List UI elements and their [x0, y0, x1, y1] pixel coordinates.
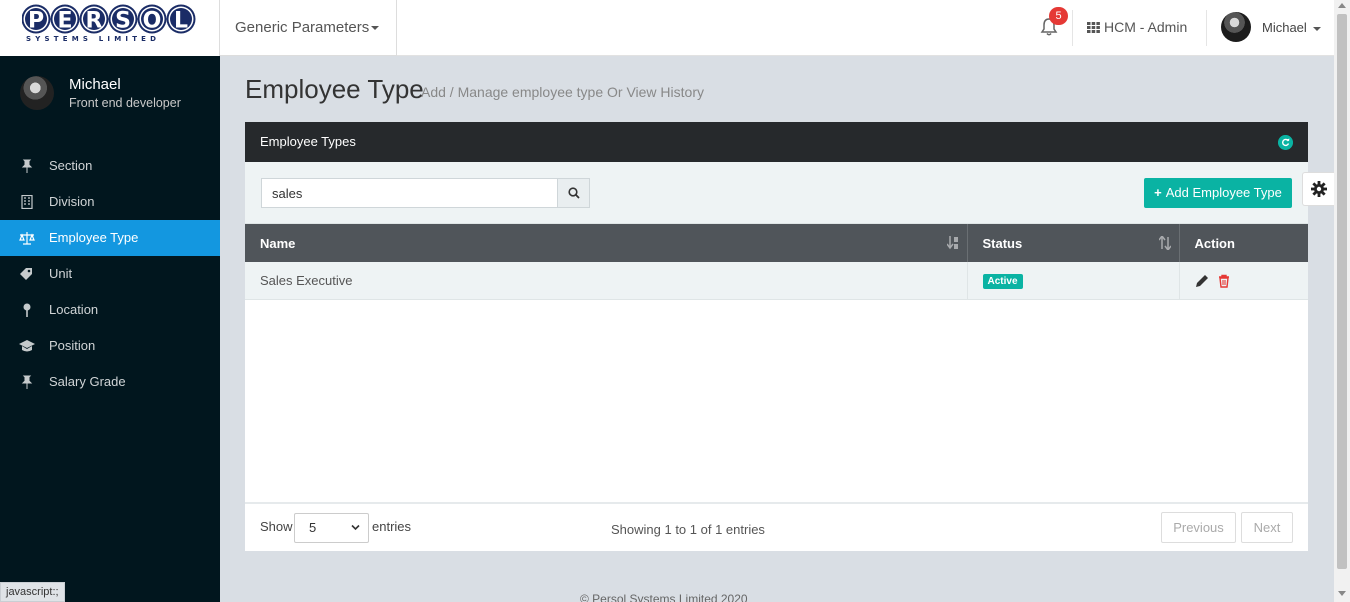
sidebar-item-location[interactable]: Location — [0, 292, 220, 328]
delete-trash-icon[interactable] — [1217, 274, 1231, 288]
edit-pencil-icon[interactable] — [1195, 274, 1209, 288]
copyright-footer: © Persol Systems Limited 2020 — [580, 592, 748, 602]
search-icon — [568, 187, 580, 199]
plus-icon: + — [1154, 185, 1162, 200]
sidebar-item-division[interactable]: Division — [0, 184, 220, 220]
employee-types-table: Name Status Action Sales Executive Activ… — [245, 224, 1308, 300]
chevron-down-icon — [351, 524, 360, 531]
gear-icon — [1311, 181, 1327, 197]
svg-text:S: S — [115, 9, 131, 34]
sidebar-item-label: Section — [49, 158, 93, 173]
link-status-tooltip: javascript:; — [0, 582, 65, 602]
pagination-info: Showing 1 to 1 of 1 entries — [611, 522, 765, 537]
sidebar-user-profile: Michael Front end developer — [0, 56, 220, 136]
show-label: Show — [260, 519, 293, 534]
panel-toolbar: +Add Employee Type — [245, 162, 1308, 224]
previous-page-button[interactable]: Previous — [1161, 512, 1236, 543]
page-title: Employee Type — [245, 74, 424, 104]
svg-text:P: P — [28, 9, 44, 34]
user-menu-name: Michael — [1262, 20, 1307, 35]
add-employee-type-label: Add Employee Type — [1165, 185, 1282, 200]
status-cell: Active — [967, 262, 1180, 300]
logo-subtext: SYSTEMS LIMITED — [26, 35, 161, 43]
scrollbar-thumb[interactable] — [1337, 14, 1347, 569]
page-subtitle: Add / Manage employee type Or View Histo… — [421, 84, 704, 100]
sidebar-item-label: Location — [49, 302, 99, 317]
column-header-action: Action — [1179, 224, 1308, 262]
page-scrollbar[interactable] — [1334, 0, 1350, 602]
pin-icon — [21, 159, 33, 173]
sidebar-item-label: Position — [49, 338, 96, 353]
persol-logo-wordmark: P E R S O L — [22, 4, 196, 34]
tag-icon — [20, 268, 32, 280]
add-employee-type-button[interactable]: + Add Employee Type — [1144, 178, 1292, 208]
table-row: Sales Executive Active — [245, 262, 1308, 300]
app-switcher[interactable]: HCM - Admin — [1087, 19, 1187, 35]
caret-down-icon — [1312, 26, 1321, 31]
table-footer: Show 5 entries Showing 1 to 1 of 1 entri… — [245, 502, 1308, 551]
scroll-down-arrow-icon[interactable] — [1338, 591, 1346, 596]
employee-types-panel: Employee Types +Add Employee Type Name — [245, 122, 1308, 551]
svg-text:E: E — [57, 9, 72, 34]
sidebar-menu: Section Division Employee Type Unit Loca… — [0, 148, 220, 400]
sidebar-item-unit[interactable]: Unit — [0, 256, 220, 292]
sidebar-avatar — [20, 76, 54, 110]
refresh-icon[interactable] — [1278, 135, 1293, 150]
persol-logo[interactable]: P E R S O L SYSTEMS LIMITED — [0, 0, 220, 56]
grid-icon — [1087, 22, 1100, 33]
search-input[interactable] — [261, 178, 558, 208]
status-badge: Active — [982, 274, 1023, 290]
scroll-up-arrow-icon[interactable] — [1338, 3, 1346, 8]
caret-down-icon — [371, 26, 380, 31]
sort-icon — [1158, 236, 1171, 250]
column-header-status[interactable]: Status — [967, 224, 1180, 262]
panel-header: Employee Types — [245, 122, 1308, 162]
notification-count-badge[interactable]: 5 — [1049, 7, 1068, 25]
header-divider — [1072, 10, 1073, 46]
page-size-select[interactable]: 5 — [294, 513, 369, 543]
page-size-value: 5 — [309, 520, 317, 535]
header-divider — [1206, 10, 1207, 46]
svg-text:L: L — [174, 9, 188, 34]
module-dropdown[interactable]: Generic Parameters — [219, 0, 397, 56]
column-header-name[interactable]: Name — [245, 224, 968, 262]
search-button[interactable] — [557, 178, 590, 208]
next-page-button[interactable]: Next — [1241, 512, 1293, 543]
sort-icon — [946, 236, 958, 250]
column-label: Name — [260, 235, 296, 251]
sidebar: Michael Front end developer Section Divi… — [0, 56, 220, 602]
module-dropdown-label: Generic Parameters — [235, 19, 370, 36]
top-header: P E R S O L SYSTEMS LIMITED Generic Para… — [0, 0, 1334, 56]
sidebar-item-label: Unit — [49, 266, 73, 281]
user-avatar[interactable] — [1221, 12, 1251, 42]
pin-icon — [21, 375, 33, 389]
entries-label: entries — [372, 519, 412, 534]
graduation-cap-icon — [19, 340, 35, 352]
settings-toggle[interactable] — [1302, 172, 1334, 206]
sidebar-item-position[interactable]: Position — [0, 328, 220, 364]
column-label: Status — [982, 235, 1023, 251]
sidebar-item-label: Employee Type — [49, 230, 139, 245]
panel-title: Employee Types — [260, 134, 356, 149]
user-menu[interactable]: Michael — [1262, 20, 1321, 35]
svg-text:R: R — [86, 9, 103, 34]
svg-text:O: O — [143, 9, 162, 34]
sidebar-item-label: Salary Grade — [49, 374, 126, 389]
sidebar-user-name: Michael — [69, 76, 121, 93]
column-label: Action — [1194, 235, 1235, 251]
sidebar-item-section[interactable]: Section — [0, 148, 220, 184]
building-icon — [21, 195, 33, 209]
app-switcher-label: HCM - Admin — [1104, 19, 1188, 35]
employee-type-name: Sales Executive — [245, 262, 968, 300]
balance-scale-icon — [19, 232, 35, 245]
action-cell — [1179, 262, 1308, 300]
sidebar-item-label: Division — [49, 194, 95, 209]
sidebar-item-salary-grade[interactable]: Salary Grade — [0, 364, 220, 400]
sidebar-item-employee-type[interactable]: Employee Type — [0, 220, 220, 256]
sidebar-user-role: Front end developer — [69, 96, 181, 110]
map-pin-icon — [23, 303, 31, 317]
